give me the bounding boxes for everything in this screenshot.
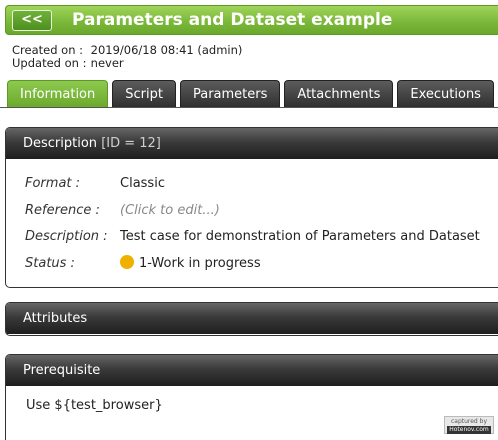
tab-parameters[interactable]: Parameters — [179, 80, 281, 108]
description-row: Description : Test case for demonstratio… — [6, 224, 498, 251]
title-bar: << Parameters and Dataset example — [5, 5, 498, 35]
reference-label: Reference : — [25, 202, 100, 218]
updated-value: never — [90, 56, 124, 70]
tab-attachments[interactable]: Attachments — [284, 80, 394, 108]
updated-label: Updated on : — [12, 56, 87, 70]
tab-divider — [0, 107, 498, 108]
attributes-panel-header[interactable]: Attributes — [6, 303, 498, 334]
prerequisite-panel: Prerequisite Use ${test_browser} — [5, 354, 498, 440]
tab-script[interactable]: Script — [112, 80, 176, 108]
status-row: Status : 1-Work in progress — [6, 251, 498, 278]
description-value[interactable]: Test case for demonstration of Parameter… — [120, 224, 480, 251]
description-panel: Description [ID = 12] Format : Classic R… — [5, 127, 498, 288]
audit-info: Created on : 2019/06/18 08:41 (admin) Up… — [12, 44, 242, 70]
format-label: Format : — [25, 176, 81, 191]
watermark-line2: Hotenov.com — [447, 426, 491, 434]
status-text: 1-Work in progress — [139, 255, 261, 271]
attributes-panel: Attributes — [5, 302, 498, 336]
prerequisite-text[interactable]: Use ${test_browser} — [6, 386, 498, 413]
test-case-id: [ID = 12] — [101, 136, 161, 151]
format-row: Format : Classic — [6, 171, 498, 198]
format-value[interactable]: Classic — [120, 171, 165, 198]
tab-executions[interactable]: Executions — [397, 80, 494, 108]
updated-row: Updated on : never — [12, 57, 242, 70]
status-dot-icon — [120, 254, 134, 269]
prerequisite-panel-header[interactable]: Prerequisite — [6, 355, 498, 386]
watermark-line1: captured by — [450, 418, 488, 425]
description-label: Description : — [25, 229, 108, 244]
status-label: Status : — [25, 255, 75, 271]
reference-field[interactable]: (Click to edit...) — [120, 198, 220, 225]
watermark-logo: captured by Hotenov.com — [444, 416, 494, 434]
reference-row: Reference : (Click to edit...) — [6, 198, 498, 225]
tab-bar: Information Script Parameters Attachment… — [7, 80, 494, 108]
created-value: 2019/06/18 08:41 (admin) — [90, 43, 243, 57]
status-value[interactable]: 1-Work in progress — [120, 251, 261, 278]
back-button[interactable]: << — [12, 10, 52, 31]
description-heading: Description — [23, 136, 98, 151]
tab-information[interactable]: Information — [7, 80, 109, 108]
page-title: Parameters and Dataset example — [72, 10, 393, 30]
description-panel-header[interactable]: Description [ID = 12] — [6, 128, 498, 159]
